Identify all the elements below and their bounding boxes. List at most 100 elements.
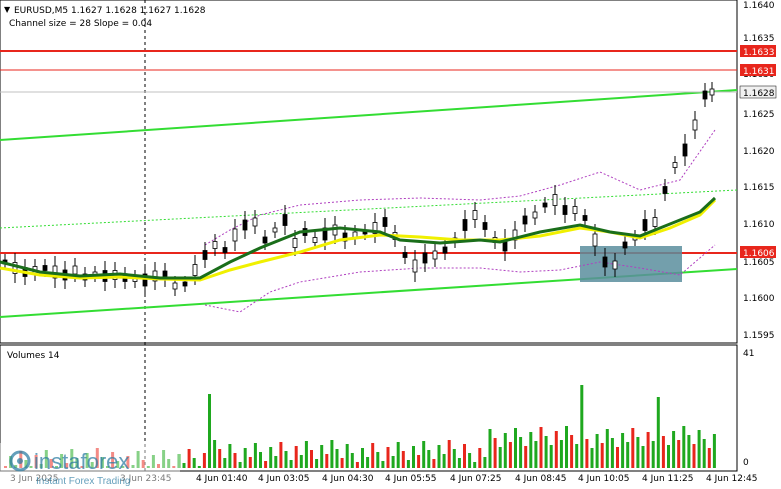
volume-bar — [299, 455, 303, 468]
time-tick: 4 Jun 04:30 — [322, 474, 374, 484]
volume-bar — [330, 440, 334, 468]
volume-bar — [575, 444, 579, 468]
candle-body — [462, 219, 468, 231]
price-label: 1.1628 — [743, 89, 775, 99]
volume-bar — [585, 439, 589, 468]
volume-bar — [636, 437, 640, 468]
candle-body — [532, 211, 538, 219]
volume-bar — [570, 435, 574, 468]
price-tick: 1.1635 — [743, 34, 775, 44]
volume-bar — [269, 447, 273, 468]
volume-bar — [294, 446, 298, 468]
volume-bar — [524, 446, 528, 468]
volume-bar — [529, 432, 533, 468]
volume-bar — [350, 453, 354, 468]
candle-body — [182, 281, 188, 287]
volume-bar — [422, 441, 426, 468]
candle-body — [262, 236, 268, 244]
volume-bar — [182, 463, 186, 468]
volume-bar — [253, 443, 257, 468]
volume-bar — [197, 466, 201, 468]
candle-body — [612, 260, 618, 270]
volume-bar — [345, 444, 349, 468]
volume-bar — [391, 456, 395, 468]
candle-body — [242, 219, 248, 231]
candle-body — [692, 119, 698, 131]
volume-bar — [565, 426, 568, 468]
volume-bar — [223, 458, 227, 468]
time-tick: 4 Jun 01:40 — [196, 474, 248, 484]
volume-bar — [274, 456, 278, 468]
volume-bar — [559, 440, 563, 468]
volume-bar — [437, 445, 441, 468]
volume-bar — [651, 441, 655, 468]
candle-body — [282, 214, 288, 226]
volume-bar — [493, 438, 497, 468]
candle-body — [232, 228, 238, 242]
volume-bar — [213, 440, 217, 468]
volume-bar — [519, 437, 523, 468]
volume-bar — [320, 445, 324, 468]
volume-bar — [187, 449, 191, 468]
volume-bar — [687, 435, 691, 468]
volume-bar — [641, 446, 645, 468]
volume-bar — [457, 458, 461, 468]
trading-chart[interactable]: 1.1640 1.1635 1.1630 1.1625 1.1620 1.161… — [0, 0, 781, 489]
volume-bar — [646, 432, 650, 468]
time-tick: 4 Jun 10:05 — [578, 474, 629, 484]
candle-body — [642, 219, 648, 231]
candle-body — [432, 250, 438, 260]
volume-bar — [539, 427, 543, 468]
volume-bar — [325, 454, 329, 468]
candle-body — [602, 256, 608, 268]
candle-body — [172, 282, 178, 290]
candle-body — [42, 265, 48, 271]
volume-bar — [463, 444, 466, 468]
volume-bar — [605, 429, 609, 468]
volume-bar — [208, 394, 211, 468]
volume-bar — [304, 441, 308, 468]
volume-bar — [248, 457, 252, 468]
volume-bar — [682, 426, 686, 468]
volume-bar — [447, 440, 451, 468]
candle-body — [542, 202, 548, 208]
volume-bar — [243, 448, 247, 468]
volume-bar — [289, 460, 293, 468]
time-tick: 4 Jun 05:55 — [385, 474, 436, 484]
volume-bar — [488, 429, 492, 468]
candle-body — [709, 88, 715, 96]
volume-bar — [427, 450, 431, 468]
volume-bar — [228, 444, 232, 468]
candle-body — [592, 233, 598, 247]
volume-bar — [315, 459, 319, 468]
volume-bar — [381, 461, 385, 468]
candle-body — [382, 217, 388, 227]
candle-body — [622, 241, 628, 249]
volume-bar — [503, 433, 507, 468]
price-tick: 1.1605 — [743, 258, 775, 268]
candle-body — [212, 241, 218, 249]
candle-body — [222, 247, 228, 253]
volume-bar — [335, 449, 339, 468]
candle-body — [192, 264, 198, 276]
volume-bar — [366, 457, 370, 468]
candle-body — [272, 227, 278, 233]
volume-bar — [468, 453, 472, 468]
volume-bar — [677, 440, 681, 468]
candle-body — [652, 217, 658, 227]
candle-body — [472, 210, 478, 220]
volume-bar — [702, 439, 706, 468]
candle-body — [522, 215, 528, 225]
candle-body — [412, 259, 418, 273]
candle-body — [312, 237, 318, 243]
volume-bar — [595, 434, 599, 468]
volume-bar — [544, 436, 548, 468]
volume-bar — [590, 448, 594, 468]
volume-bar — [310, 450, 313, 468]
volume-bar — [554, 431, 558, 468]
price-tick: 1.1610 — [743, 220, 775, 230]
volume-bar — [355, 462, 359, 468]
volume-bar — [498, 447, 502, 468]
candle-body — [252, 217, 258, 227]
dropdown-icon[interactable]: ▼ — [4, 5, 11, 14]
